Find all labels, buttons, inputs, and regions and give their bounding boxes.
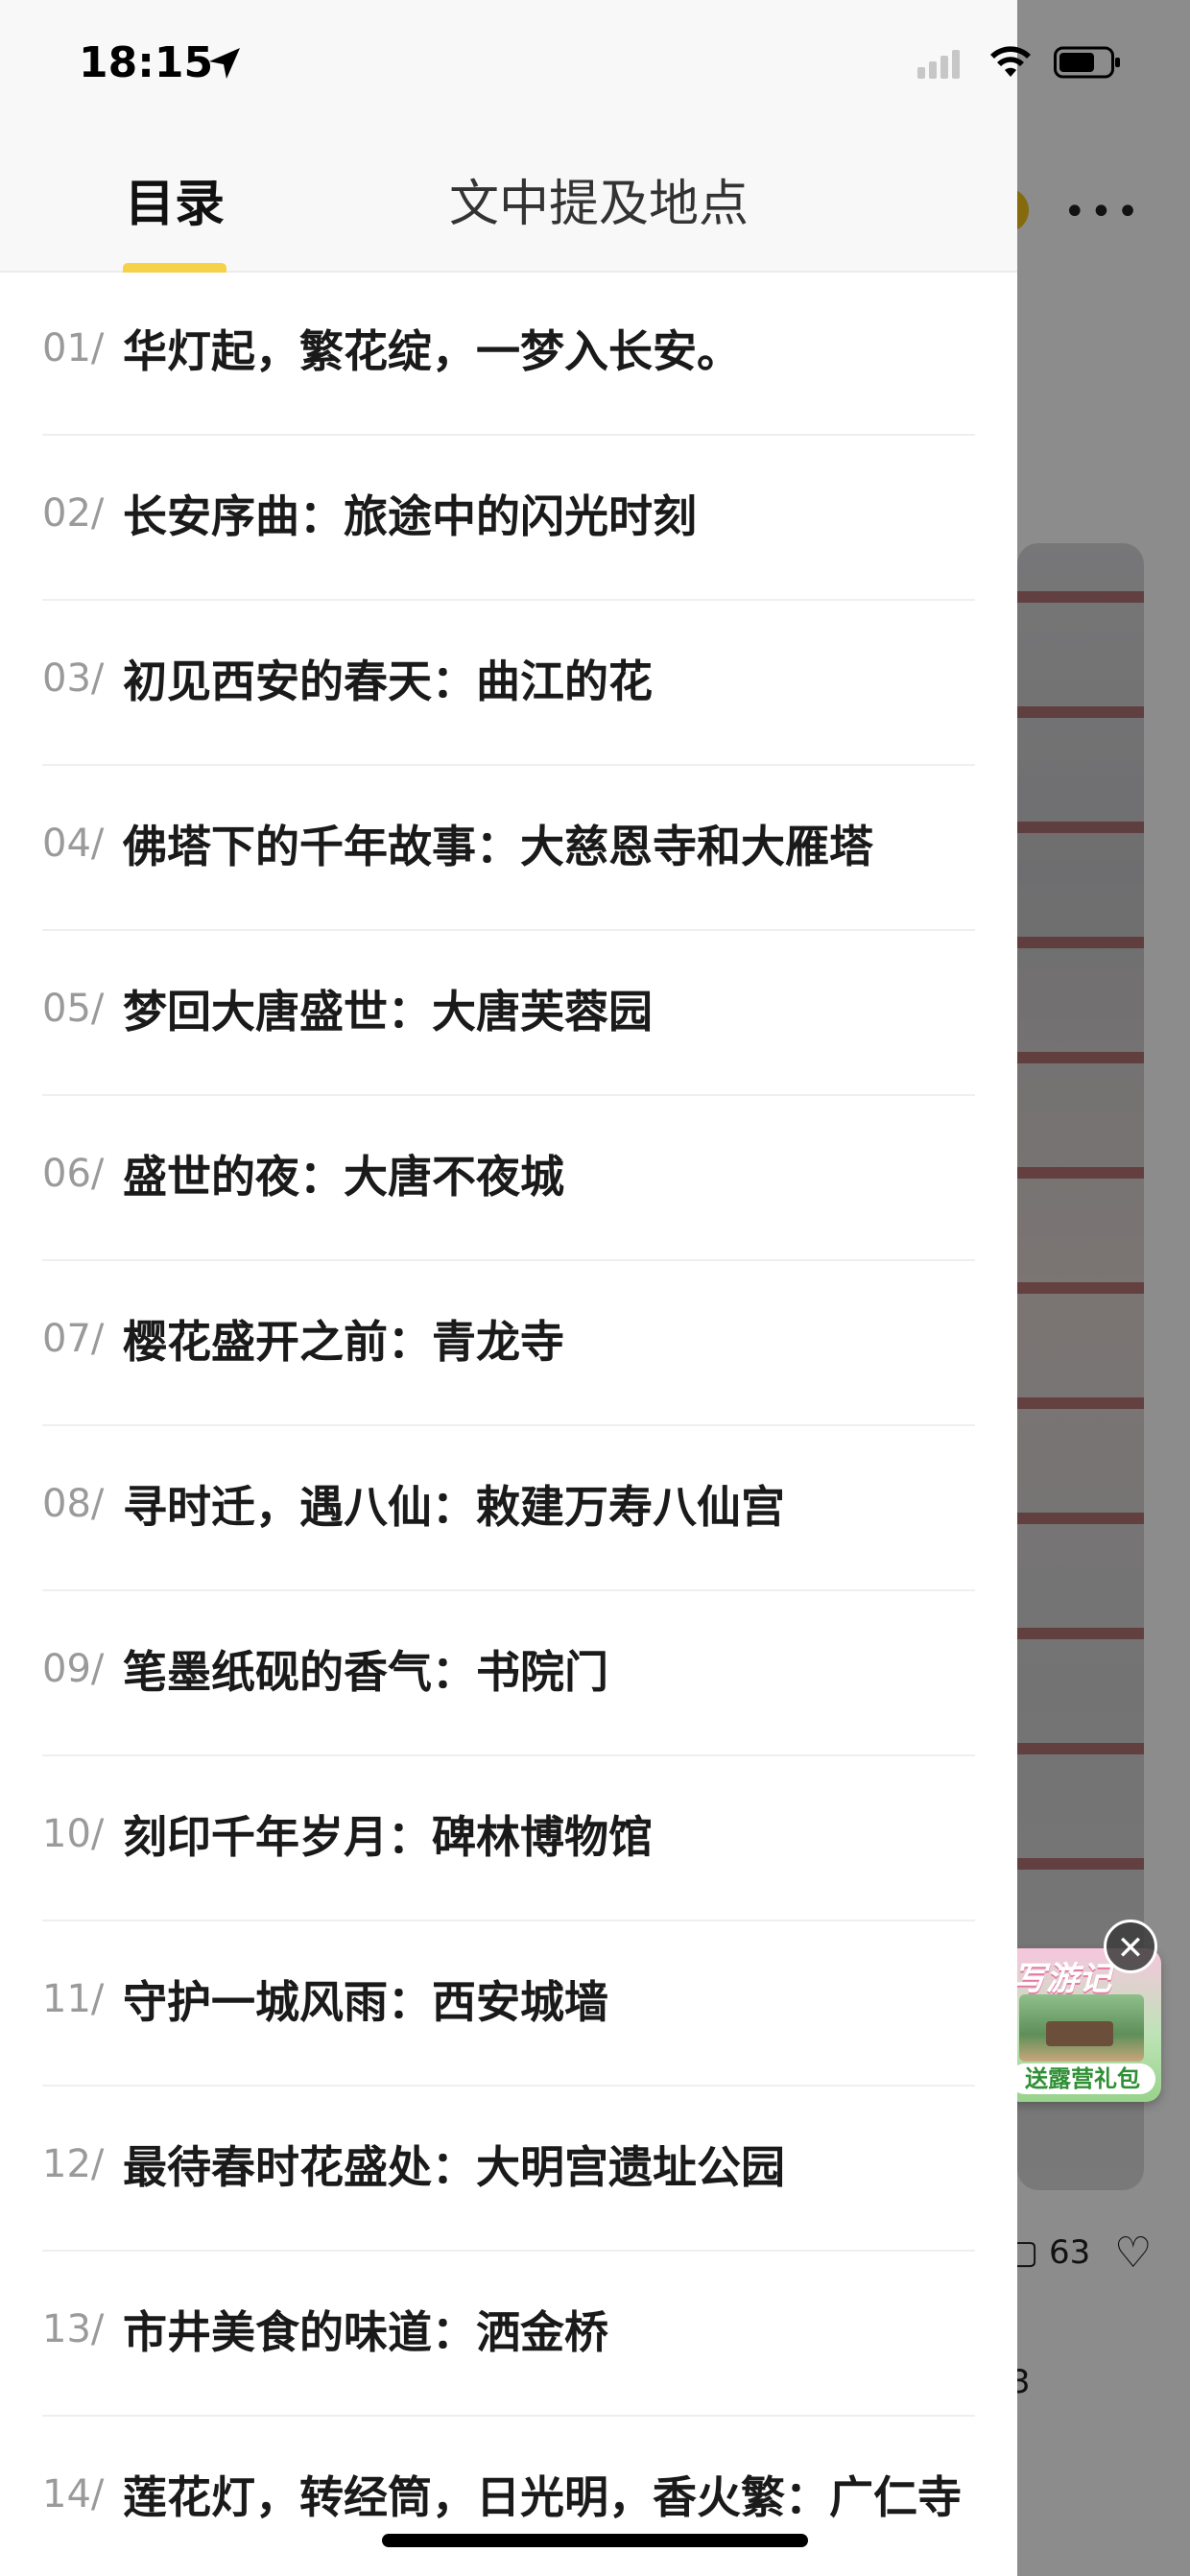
toc-item-number: 08/ [42, 1482, 105, 1526]
promo-title: 写游记 [1013, 1960, 1111, 1998]
toc-item-number: 05/ [42, 987, 105, 1031]
toc-item-number: 12/ [42, 2142, 105, 2186]
toc-item-title: 市井美食的味道：洒金桥 [123, 2306, 608, 2358]
status-bar: 18:15 [0, 0, 1017, 131]
wifi-icon [990, 46, 1031, 77]
promo-image [1019, 1994, 1144, 2062]
home-indicator [382, 2534, 808, 2547]
status-time: 18:15 [79, 38, 214, 87]
toc-item-11[interactable]: 11/守护一城风雨：西安城墙 [42, 1921, 975, 2087]
toc-item-title: 初见西安的春天：曲江的花 [123, 656, 653, 707]
toc-item-12[interactable]: 12/最待春时花盛处：大明宫遗址公园 [42, 2087, 975, 2252]
cellular-signal-icon [917, 50, 964, 79]
toc-item-number: 07/ [42, 1317, 105, 1361]
toc-item-title: 华灯起，繁花绽，一梦入长安。 [123, 325, 741, 377]
toc-item-number: 02/ [42, 491, 105, 536]
toc-item-title: 梦回大唐盛世：大唐芙蓉园 [123, 986, 653, 1038]
toc-item-08[interactable]: 08/寻时迁，遇八仙：敕建万寿八仙宫 [42, 1426, 975, 1591]
tab-mentioned-places[interactable]: 文中提及地点 [449, 163, 749, 235]
toc-item-01[interactable]: 01/华灯起，繁花绽，一梦入长安。 [42, 271, 975, 436]
toc-item-number: 11/ [42, 1977, 105, 2021]
toc-list: 01/华灯起，繁花绽，一梦入长安。 02/长安序曲：旅途中的闪光时刻 03/初见… [0, 271, 1017, 2576]
toc-item-title: 刻印千年岁月：碑林博物馆 [123, 1811, 653, 1863]
battery-icon [1054, 46, 1120, 79]
promo-close-icon[interactable]: ✕ [1104, 1920, 1157, 1973]
toc-item-number: 10/ [42, 1812, 105, 1856]
toc-item-title: 守护一城风雨：西安城墙 [123, 1976, 608, 2028]
promo-subtitle: 送露营礼包 [1010, 2063, 1155, 2094]
toc-item-title: 樱花盛开之前：青龙寺 [123, 1316, 564, 1368]
toc-item-14[interactable]: 14/莲花灯，转经筒，日光明，香火繁：广仁寺 [42, 2417, 975, 2576]
toc-item-title: 长安序曲：旅途中的闪光时刻 [123, 490, 697, 542]
tab-toc[interactable]: 目录 [125, 163, 225, 235]
toc-item-title: 最待春时花盛处：大明宫遗址公园 [123, 2141, 785, 2193]
toc-item-title: 佛塔下的千年故事：大慈恩寺和大雁塔 [123, 821, 873, 872]
toc-item-title: 寻时迁，遇八仙：敕建万寿八仙宫 [123, 1481, 785, 1533]
toc-item-13[interactable]: 13/市井美食的味道：洒金桥 [42, 2252, 975, 2417]
toc-item-title: 笔墨纸砚的香气：书院门 [123, 1646, 608, 1698]
toc-item-02[interactable]: 02/长安序曲：旅途中的闪光时刻 [42, 436, 975, 601]
toc-item-number: 01/ [42, 326, 105, 370]
toc-item-number: 14/ [42, 2472, 105, 2516]
toc-item-03[interactable]: 03/初见西安的春天：曲江的花 [42, 601, 975, 766]
toc-item-05[interactable]: 05/梦回大唐盛世：大唐芙蓉园 [42, 931, 975, 1096]
toc-item-number: 03/ [42, 656, 105, 701]
toc-item-number: 06/ [42, 1152, 105, 1196]
toc-item-number: 09/ [42, 1647, 105, 1691]
toc-item-07[interactable]: 07/樱花盛开之前：青龙寺 [42, 1261, 975, 1426]
toc-item-title: 莲花灯，转经筒，日光明，香火繁：广仁寺 [123, 2471, 962, 2523]
toc-item-10[interactable]: 10/刻印千年岁月：碑林博物馆 [42, 1756, 975, 1921]
toc-item-number: 04/ [42, 822, 105, 866]
toc-item-09[interactable]: 09/笔墨纸砚的香气：书院门 [42, 1591, 975, 1756]
toc-item-title: 盛世的夜：大唐不夜城 [123, 1151, 564, 1203]
toc-item-number: 13/ [42, 2307, 105, 2351]
toc-item-06[interactable]: 06/盛世的夜：大唐不夜城 [42, 1096, 975, 1261]
toc-item-04[interactable]: 04/佛塔下的千年故事：大慈恩寺和大雁塔 [42, 766, 975, 931]
location-arrow-icon [209, 48, 240, 79]
toc-drawer: 18:15 目录 文中提及地点 01/华灯起，繁花绽，一梦入长安。 02/长安序… [0, 0, 1017, 2576]
tab-bar: 目录 文中提及地点 [0, 131, 1017, 273]
